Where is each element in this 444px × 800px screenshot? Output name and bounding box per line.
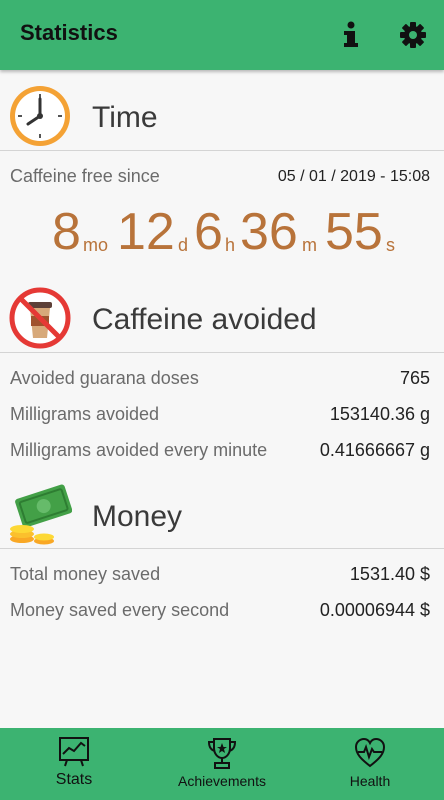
timer-months: 8 — [52, 203, 81, 261]
gear-icon[interactable] — [398, 20, 428, 50]
clock-icon — [8, 84, 72, 148]
nav-achievements[interactable]: Achievements — [148, 728, 296, 800]
money-per-second-label: Money saved every second — [10, 600, 230, 620]
milligrams-avoided-label: Milligrams avoided — [10, 404, 160, 424]
nav-achievements-label: Achievements — [178, 773, 266, 789]
heart-pulse-icon — [353, 736, 387, 770]
nav-stats-label: Stats — [55, 771, 93, 788]
timer-minutes: 36 — [240, 203, 298, 261]
money-section-header: Money — [0, 483, 444, 553]
timer-days-unit: d — [178, 235, 189, 255]
money-per-second-value: 0.00006944 $ — [319, 600, 430, 620]
timer-hours: 6 — [194, 203, 223, 261]
timer-seconds-unit: s — [386, 235, 395, 255]
avoided-doses-label: Avoided guarana doses — [10, 368, 199, 388]
avoided-doses-value: 765 — [399, 368, 430, 388]
since-value: 05 / 01 / 2019 - 15:08 — [277, 168, 430, 185]
since-label: Caffeine free since — [10, 166, 160, 186]
divider — [0, 352, 444, 353]
time-section-title: Time — [92, 101, 158, 134]
nav-health-label: Health — [349, 773, 391, 789]
app-bar: Statistics — [0, 0, 444, 70]
timer-hours-unit: h — [225, 235, 236, 255]
no-coffee-icon — [8, 286, 72, 350]
money-section-title: Money — [92, 500, 183, 533]
info-icon[interactable] — [336, 20, 366, 50]
page-title: Statistics — [20, 20, 118, 45]
timer-months-unit: mo — [83, 235, 109, 255]
milligrams-avoided-value: 153140.36 g — [329, 404, 430, 424]
divider — [0, 548, 444, 549]
money-icon — [8, 483, 73, 547]
timer-seconds: 55 — [325, 203, 383, 261]
timer-days: 12 — [117, 203, 175, 261]
divider — [0, 150, 444, 151]
nav-health[interactable]: Health — [296, 728, 444, 800]
trophy-icon — [205, 736, 239, 770]
timer-minutes-unit: m — [302, 235, 317, 255]
milligrams-per-minute-value: 0.41666667 g — [319, 440, 430, 460]
caffeine-section-header: Caffeine avoided — [0, 286, 444, 356]
bottom-navigation: Stats Achievements Health — [0, 728, 444, 800]
milligrams-per-minute-label: Milligrams avoided every minute — [10, 440, 268, 460]
caffeine-section-title: Caffeine avoided — [92, 303, 317, 336]
total-money-label: Total money saved — [10, 564, 161, 584]
stats-chart-icon — [57, 734, 91, 768]
total-money-value: 1531.40 $ — [349, 564, 430, 584]
time-section-header: Time — [0, 84, 444, 154]
nav-stats[interactable]: Stats — [0, 728, 148, 800]
